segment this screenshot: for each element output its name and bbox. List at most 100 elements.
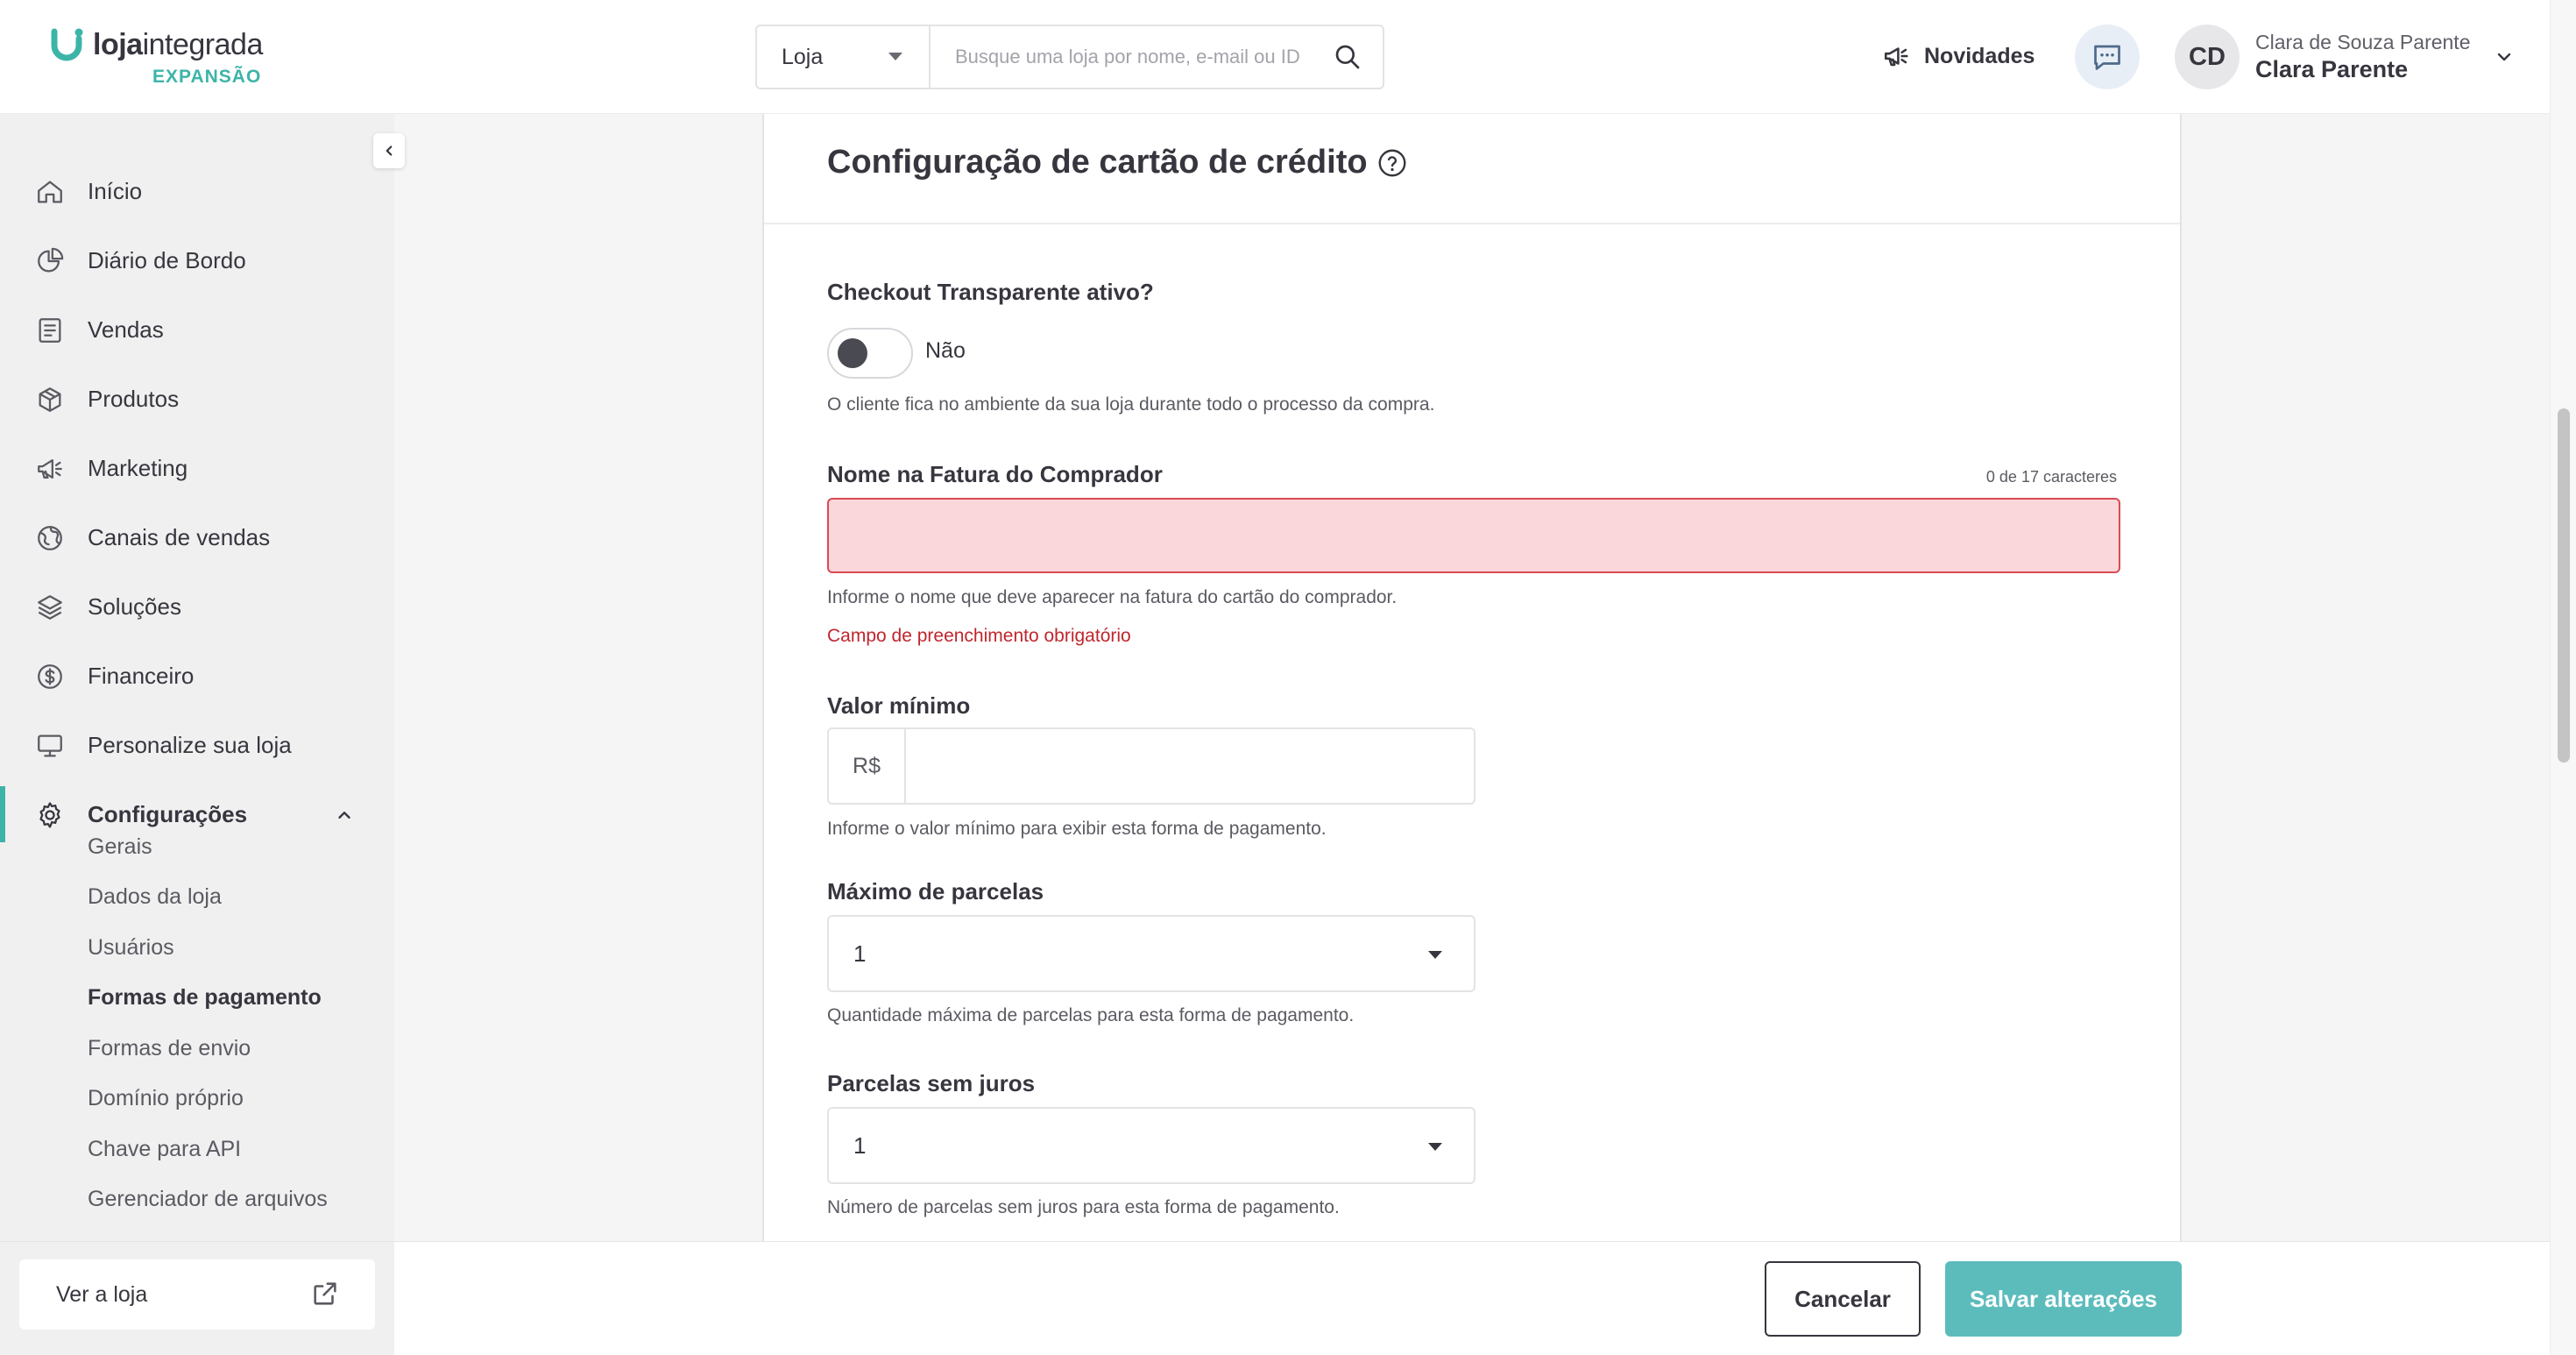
home-icon [38,181,62,203]
sidebar-item-label: Marketing [88,454,188,481]
checkout-help: O cliente fica no ambiente da sua loja d… [827,394,1435,415]
sidebar-subitem-gerais[interactable]: Gerais [88,834,152,860]
user-menu[interactable]: CD Clara de Souza Parente Clara Parente [2175,23,2515,91]
sidebar-item-inicio[interactable]: Início [0,163,394,219]
sidebar-item-financeiro[interactable]: Financeiro [0,648,394,704]
sidebar-item-label: Produtos [88,385,180,412]
invoice-help: Informe o nome que deve aparecer na fatu… [827,587,1398,607]
sidebar-item-produtos[interactable]: Produtos [0,371,394,427]
store-search: Loja [755,25,1384,89]
max-installments-help: Quantidade máxima de parcelas para esta … [827,1005,1355,1025]
user-full-name: Clara de Souza Parente [2255,31,2471,53]
currency-prefix: R$ [829,729,906,803]
user-info: Clara de Souza Parente Clara Parente [2255,31,2471,83]
sidebar-subitem-dominio-proprio[interactable]: Domínio próprio [88,1086,244,1111]
sidebar-subitem-formas-de-envio[interactable]: Formas de envio [88,1036,251,1061]
free-installments-select[interactable]: 1 [827,1107,1476,1184]
sidebar-subitem-gerenciador-de-arquivos[interactable]: Gerenciador de arquivos [88,1187,328,1212]
sidebar-subitem-usuarios[interactable]: Usuários [88,935,174,961]
sidebar-item-solucoes[interactable]: Soluções [0,578,394,635]
globe-icon [38,526,62,550]
title-divider [764,223,2180,224]
toggle-knob [838,338,867,368]
credit-card-settings-card: Configuração de cartão de crédito Checko… [762,114,2182,1241]
chevron-left-icon [386,145,393,156]
free-installments-help: Número de parcelas sem juros para esta f… [827,1197,1340,1217]
help-circle-icon[interactable] [1376,147,1408,179]
active-indicator [0,786,5,842]
sidebar-item-canais-de-vendas[interactable]: Canais de vendas [0,509,394,565]
chevron-down-icon [2497,53,2510,61]
sidebar-item-label: Soluções [88,592,181,620]
min-value-help: Informe o valor mínimo para exibir esta … [827,819,1327,839]
sidebar-item-configuracoes[interactable]: Configurações [0,786,394,842]
sidebar-item-marketing[interactable]: Marketing [0,440,394,496]
cancel-button[interactable]: Cancelar [1765,1261,1921,1337]
megaphone-icon [1884,47,1908,67]
dollar-circle-icon [38,664,62,689]
external-link-icon [314,1282,336,1305]
caret-down-icon [888,53,902,60]
search-button[interactable] [1313,26,1383,88]
invoice-name-label: Nome na Fatura do Comprador [827,461,1163,487]
view-store-label: Ver a loja [56,1281,148,1307]
action-footer: Cancelar Salvar alterações [394,1241,2550,1355]
page-scrollbar[interactable] [2550,0,2576,1355]
invoice-name-input[interactable] [827,498,2120,573]
free-installments-label: Parcelas sem juros [827,1070,1036,1096]
sidebar-item-personalize-sua-loja[interactable]: Personalize sua loja [0,717,394,773]
sidebar-subitem-chave-para-api[interactable]: Chave para API [88,1137,241,1162]
search-input[interactable] [931,26,1313,88]
scrollbar-thumb[interactable] [2558,408,2570,763]
view-store-button[interactable]: Ver a loja [19,1259,375,1330]
sidebar-collapse-button[interactable] [373,133,405,168]
min-value-field: R$ [827,727,1476,805]
plan-badge: EXPANSÃO [152,67,262,87]
news-button[interactable]: Novidades [1882,37,2035,75]
checkout-label: Checkout Transparente ativo? [827,279,1154,305]
box-icon [39,387,61,412]
max-installments-value: 1 [853,940,867,967]
sidebar-item-diario-de-bordo[interactable]: Diário de Bordo [0,232,394,288]
avatar: CD [2175,25,2240,89]
sidebar-item-label: Diário de Bordo [88,246,246,273]
gear-icon [39,802,60,828]
receipt-icon [39,318,61,343]
page-title-text: Configuração de cartão de crédito [827,144,1368,181]
top-header: lojaintegrada EXPANSÃO Loja Novidades [0,0,2550,114]
pie-chart-icon [38,247,64,273]
search-scope-value: Loja [782,44,824,69]
search-scope-select[interactable]: Loja [757,26,931,88]
max-installments-label: Máximo de parcelas [827,878,1044,905]
checkout-toggle[interactable] [827,328,913,379]
min-value-input[interactable] [906,729,1474,803]
sidebar-item-label: Financeiro [88,662,195,689]
search-icon [1335,45,1360,69]
sidebar-item-label: Canais de vendas [88,523,271,550]
invoice-error-message: Campo de preenchimento obrigatório [827,626,1131,646]
sidebar-item-label: Personalize sua loja [88,731,292,758]
invoice-char-counter: 0 de 17 caracteres [1985,468,2117,486]
logo-wordmark: lojaintegrada [93,28,263,61]
news-label: Novidades [1924,43,2035,68]
sidebar: Início Diário de Bordo Vendas Produtos M… [0,114,394,1355]
sidebar-subitem-formas-de-pagamento[interactable]: Formas de pagamento [88,985,322,1011]
sidebar-item-vendas[interactable]: Vendas [0,302,394,358]
user-short-name: Clara Parente [2255,55,2409,82]
checkout-toggle-state: Não [925,338,966,363]
sidebar-item-label: Vendas [88,316,164,343]
sidebar-item-label: Início [88,177,143,204]
save-button[interactable]: Salvar alterações [1945,1261,2182,1337]
free-installments-value: 1 [853,1132,867,1159]
max-installments-select[interactable]: 1 [827,915,1476,992]
caret-down-icon [1428,951,1442,959]
sidebar-footer: Ver a loja [0,1241,394,1355]
caret-down-icon [1428,1143,1442,1151]
monitor-icon [38,734,62,757]
sidebar-subitem-dados-da-loja[interactable]: Dados da loja [88,884,222,910]
megaphone-icon [38,458,62,479]
chat-button[interactable] [2075,25,2140,89]
chevron-up-icon [338,812,350,819]
min-value-label: Valor mínimo [827,692,971,719]
chat-icon [2094,45,2120,70]
